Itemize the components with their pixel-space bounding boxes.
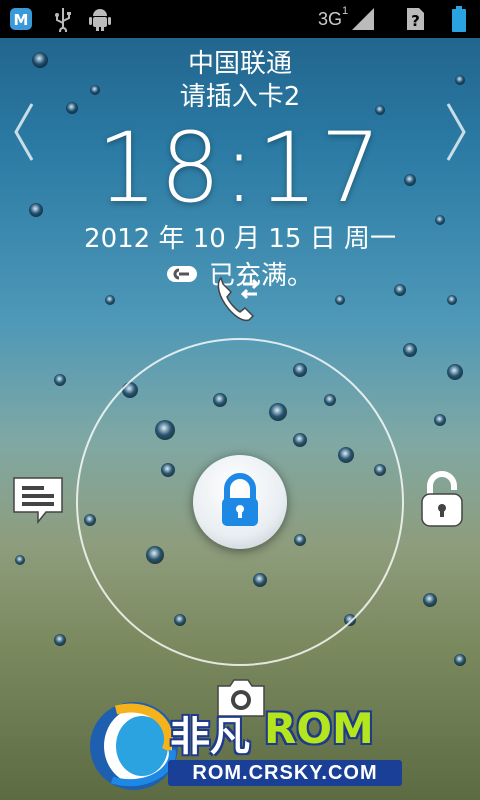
feifan-rom-watermark: 非凡 ROM ROM.CRSKY.COM	[86, 690, 406, 795]
charging-icon	[166, 262, 199, 292]
no-sim-icon: ?	[404, 6, 426, 32]
svg-text:M: M	[14, 11, 29, 29]
carrier-name: 中国联通	[187, 49, 292, 79]
usb-icon	[52, 6, 74, 32]
battery-icon	[450, 6, 468, 32]
brand-cn: 非凡	[170, 714, 250, 760]
notification-m-icon[interactable]: M	[8, 6, 34, 32]
carrier-info: 中国联通 请插入卡2	[0, 48, 480, 114]
network-type: 3G	[318, 8, 343, 29]
sim-index: 1	[342, 5, 349, 17]
android-debug-icon	[88, 6, 112, 32]
status-bar: M 3G 1 ?	[0, 0, 480, 38]
phone-icon[interactable]	[213, 272, 267, 330]
brand-en: ROM	[264, 704, 374, 753]
lock-icon	[222, 473, 258, 526]
clock-time: 18:17	[96, 112, 384, 224]
brand-url: ROM.CRSKY.COM	[168, 760, 402, 786]
signal-icon	[350, 6, 376, 32]
lock-handle-button[interactable]	[193, 455, 287, 549]
sim-message: 请插入卡2	[179, 82, 301, 112]
unlock-icon[interactable]	[420, 470, 464, 532]
message-icon[interactable]	[12, 476, 64, 528]
svg-text:?: ?	[411, 12, 420, 30]
date-label: 2012 年 10 月 15 日 周一	[84, 224, 396, 254]
